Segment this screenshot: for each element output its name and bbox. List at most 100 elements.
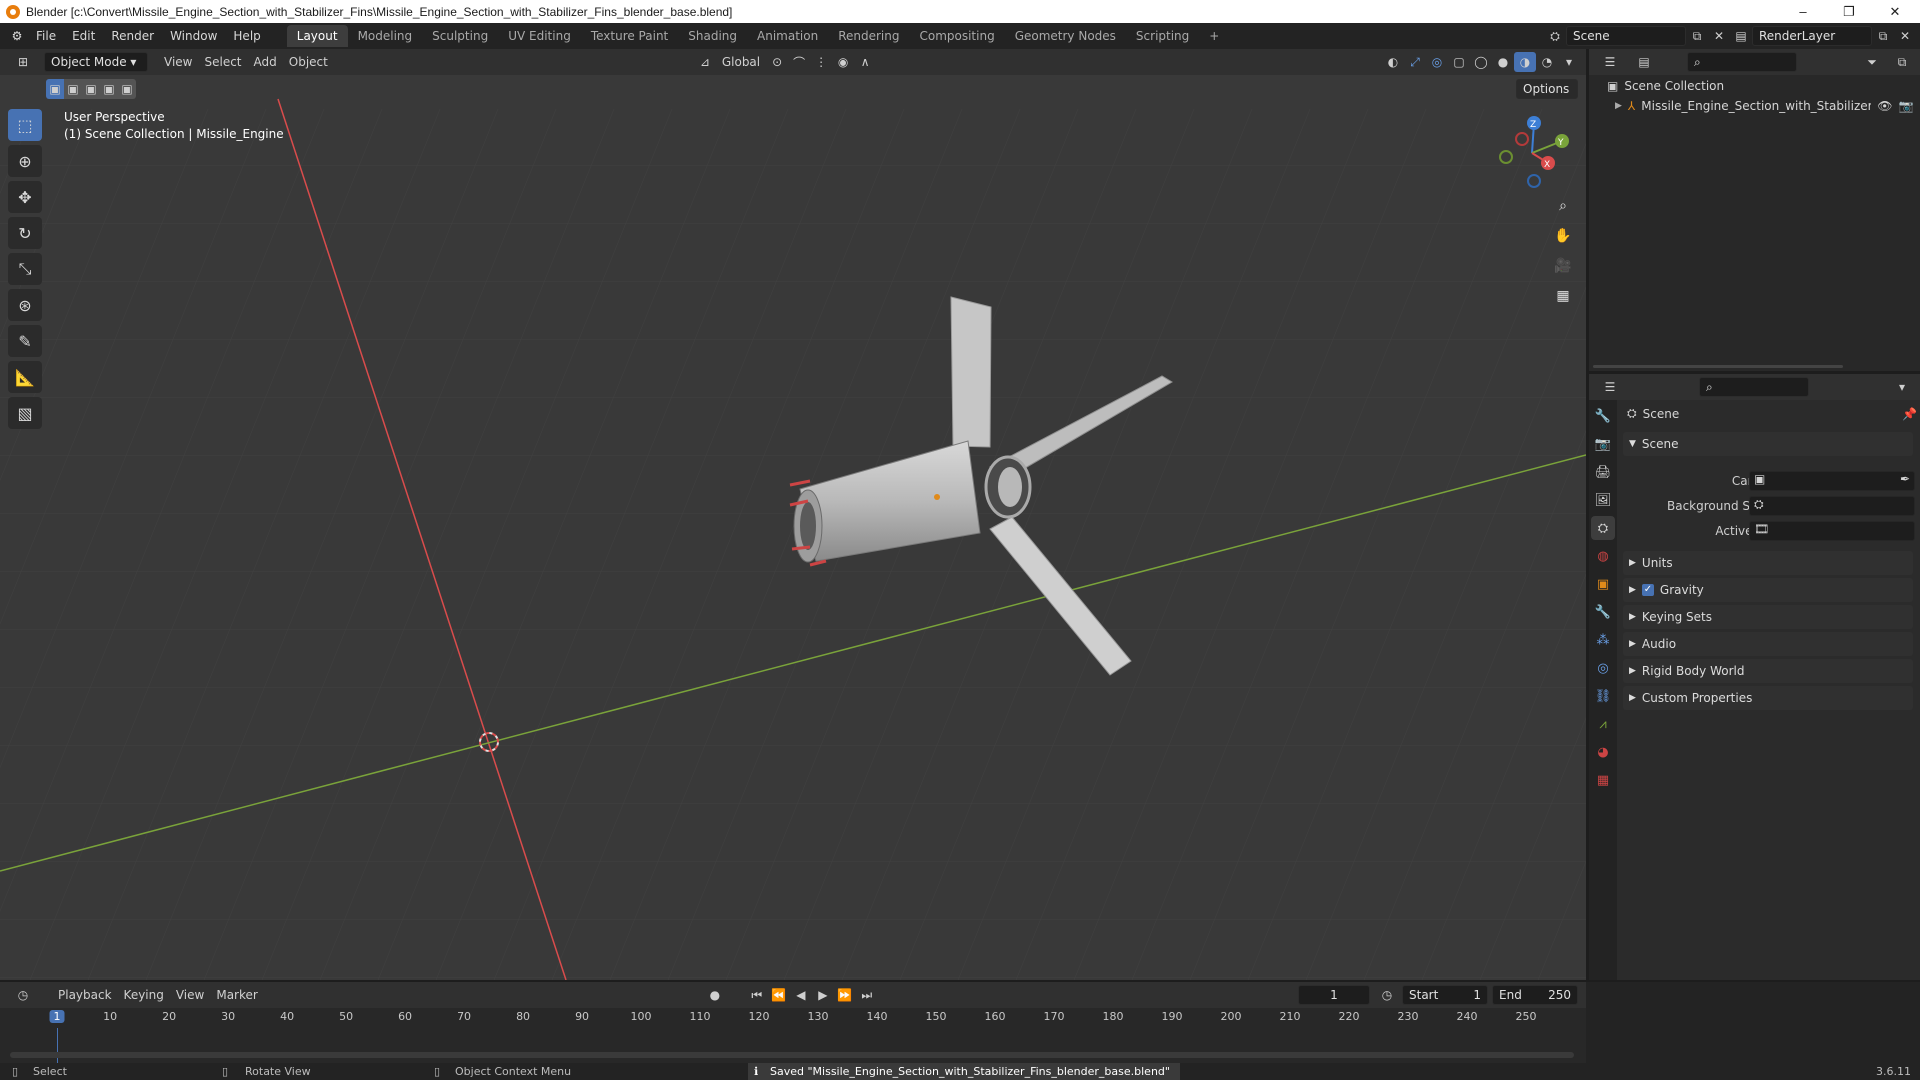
tab-modeling[interactable]: Modeling (348, 25, 423, 47)
select-subtract-icon[interactable]: ▣ (82, 79, 100, 99)
scale-tool-icon[interactable]: ⤡ (8, 253, 42, 285)
delete-scene-icon[interactable]: ✕ (1708, 26, 1730, 46)
material-shading-icon[interactable]: ◑ (1514, 52, 1536, 72)
gizmo-icon[interactable]: ⤢ (1404, 52, 1426, 72)
filter-icon[interactable]: ⏷ (1861, 52, 1883, 72)
menu-timeline-view[interactable]: View (170, 985, 210, 1005)
menu-keying[interactable]: Keying (118, 985, 170, 1005)
select-intersect-icon[interactable]: ▣ (118, 79, 136, 99)
close-button[interactable]: ✕ (1872, 0, 1918, 23)
tab-shading[interactable]: Shading (678, 25, 747, 47)
menu-object[interactable]: Object (283, 52, 334, 72)
background-scene-field[interactable]: ⛭ (1749, 496, 1915, 516)
keying-sets-section-header[interactable]: ▶ Keying Sets (1623, 605, 1913, 629)
select-new-icon[interactable]: ▣ (46, 79, 64, 99)
tab-geometry-nodes[interactable]: Geometry Nodes (1005, 25, 1126, 47)
measure-tool-icon[interactable]: 📐 (8, 361, 42, 393)
orthographic-grid-icon[interactable]: ▦ (1550, 283, 1576, 309)
rendered-shading-icon[interactable]: ◔ (1536, 52, 1558, 72)
add-workspace-button[interactable]: + (1199, 25, 1229, 47)
viewport-canvas[interactable] (0, 49, 1586, 980)
select-extend-icon[interactable]: ▣ (64, 79, 82, 99)
view-layer-icon[interactable]: ▤ (1730, 26, 1752, 46)
select-invert-icon[interactable]: ▣ (100, 79, 118, 99)
jump-start-icon[interactable]: ⏮ (746, 985, 768, 1005)
jump-end-icon[interactable]: ⏭ (856, 985, 878, 1005)
preview-range-icon[interactable]: ◷ (1376, 985, 1398, 1005)
render-tab-icon[interactable]: 📷 (1591, 432, 1615, 456)
cursor-tool-icon[interactable]: ⊕ (8, 145, 42, 177)
tab-layout[interactable]: Layout (286, 25, 348, 47)
menu-window[interactable]: Window (162, 26, 225, 46)
maximize-button[interactable]: ❐ (1826, 0, 1872, 23)
tab-animation[interactable]: Animation (747, 25, 828, 47)
auto-keying-icon[interactable]: ● (704, 985, 726, 1005)
pivot-point-icon[interactable]: ⊙ (766, 52, 788, 72)
eyedropper-icon[interactable]: ✒ (1900, 472, 1910, 486)
visibility-icon[interactable]: ◐ (1382, 52, 1404, 72)
transform-orientation-selector[interactable]: Global (716, 52, 766, 72)
start-frame-field[interactable]: Start 1 (1402, 985, 1488, 1005)
timeline-scrollbar[interactable] (10, 1052, 1574, 1058)
tab-scripting[interactable]: Scripting (1126, 25, 1199, 47)
falloff-icon[interactable]: ∧ (854, 52, 876, 72)
outliner-scene-collection[interactable]: ▣ Scene Collection (1607, 79, 1724, 93)
menu-edit[interactable]: Edit (64, 26, 103, 46)
wireframe-shading-icon[interactable]: ◯ (1470, 52, 1492, 72)
play-icon[interactable]: ▶ (812, 985, 834, 1005)
pin-icon[interactable]: 📌 (1902, 407, 1917, 421)
modifier-tab-icon[interactable]: 🔧 (1591, 600, 1615, 624)
transform-tool-icon[interactable]: ⊛ (8, 289, 42, 321)
gravity-section-header[interactable]: ▶ ✓ Gravity (1623, 578, 1913, 602)
constraints-tab-icon[interactable]: ⛓ (1591, 684, 1615, 708)
timeline-editor-icon[interactable]: ◷ (12, 985, 34, 1005)
prev-keyframe-icon[interactable]: ⏪ (768, 985, 790, 1005)
tab-rendering[interactable]: Rendering (828, 25, 909, 47)
tab-sculpting[interactable]: Sculpting (422, 25, 498, 47)
frame-ruler[interactable]: 1 10 20 30 40 50 60 70 80 90 100 110 120 130 140 150 160… (0, 1008, 1586, 1028)
view-layer-selector[interactable]: RenderLayer (1752, 26, 1872, 46)
menu-marker[interactable]: Marker (210, 985, 263, 1005)
zoom-icon[interactable]: ⌕ (1550, 193, 1576, 219)
object-tab-icon[interactable]: ▣ (1591, 572, 1615, 596)
add-cube-tool-icon[interactable]: ▧ (8, 397, 42, 429)
custom-properties-section-header[interactable]: ▶ Custom Properties (1623, 686, 1913, 710)
output-tab-icon[interactable]: 🖨 (1591, 460, 1615, 484)
properties-editor-icon[interactable]: ☰ (1599, 377, 1621, 397)
physics-tab-icon[interactable]: ◎ (1591, 656, 1615, 680)
tab-compositing[interactable]: Compositing (909, 25, 1004, 47)
overlay-icon[interactable]: ◎ (1426, 52, 1448, 72)
scene-section-header[interactable]: ▼ Scene (1623, 432, 1913, 456)
rotate-tool-icon[interactable]: ↻ (8, 217, 42, 249)
current-frame-field[interactable]: 1 (1298, 985, 1370, 1005)
camera-view-icon[interactable]: 🎥 (1550, 253, 1576, 279)
next-keyframe-icon[interactable]: ⏩ (834, 985, 856, 1005)
outliner-object-row[interactable]: ▶ ⅄ Missile_Engine_Section_with_Stabiliz… (1615, 99, 1915, 113)
menu-file[interactable]: File (28, 26, 64, 46)
move-tool-icon[interactable]: ✥ (8, 181, 42, 213)
navigation-gizmo[interactable]: Z Y X (1490, 111, 1570, 191)
view-layer-tab-icon[interactable]: 🖼 (1591, 488, 1615, 512)
menu-select[interactable]: Select (198, 52, 247, 72)
tab-uv-editing[interactable]: UV Editing (498, 25, 581, 47)
scene-selector[interactable]: Scene (1566, 26, 1686, 46)
delete-view-layer-icon[interactable]: ✕ (1894, 26, 1916, 46)
minimize-button[interactable]: – (1780, 0, 1826, 23)
play-reverse-icon[interactable]: ◀ (790, 985, 812, 1005)
data-tab-icon[interactable]: ⩘ (1591, 712, 1615, 736)
texture-tab-icon[interactable]: ▦ (1591, 768, 1615, 792)
properties-search-input[interactable]: ⌕ (1699, 377, 1809, 397)
pan-hand-icon[interactable]: ✋ (1550, 223, 1576, 249)
rigid-body-world-section-header[interactable]: ▶ Rigid Body World (1623, 659, 1913, 683)
blender-menu-icon[interactable]: ⚙ (6, 26, 28, 46)
outliner-scrollbar[interactable] (1593, 365, 1843, 368)
menu-add[interactable]: Add (248, 52, 283, 72)
tool-tab-icon[interactable]: 🔧 (1591, 404, 1615, 428)
camera-field[interactable]: ▣ ✒ (1749, 471, 1915, 491)
units-section-header[interactable]: ▶ Units (1623, 551, 1913, 575)
material-tab-icon[interactable]: ◕ (1591, 740, 1615, 764)
render-camera-icon[interactable]: 📷 (1899, 99, 1914, 113)
shading-options-icon[interactable]: ▾ (1558, 52, 1580, 72)
world-tab-icon[interactable]: ◍ (1591, 544, 1615, 568)
3d-viewport[interactable]: ⊞ Object Mode ▾ View Select Add Object ⊿… (0, 49, 1586, 980)
